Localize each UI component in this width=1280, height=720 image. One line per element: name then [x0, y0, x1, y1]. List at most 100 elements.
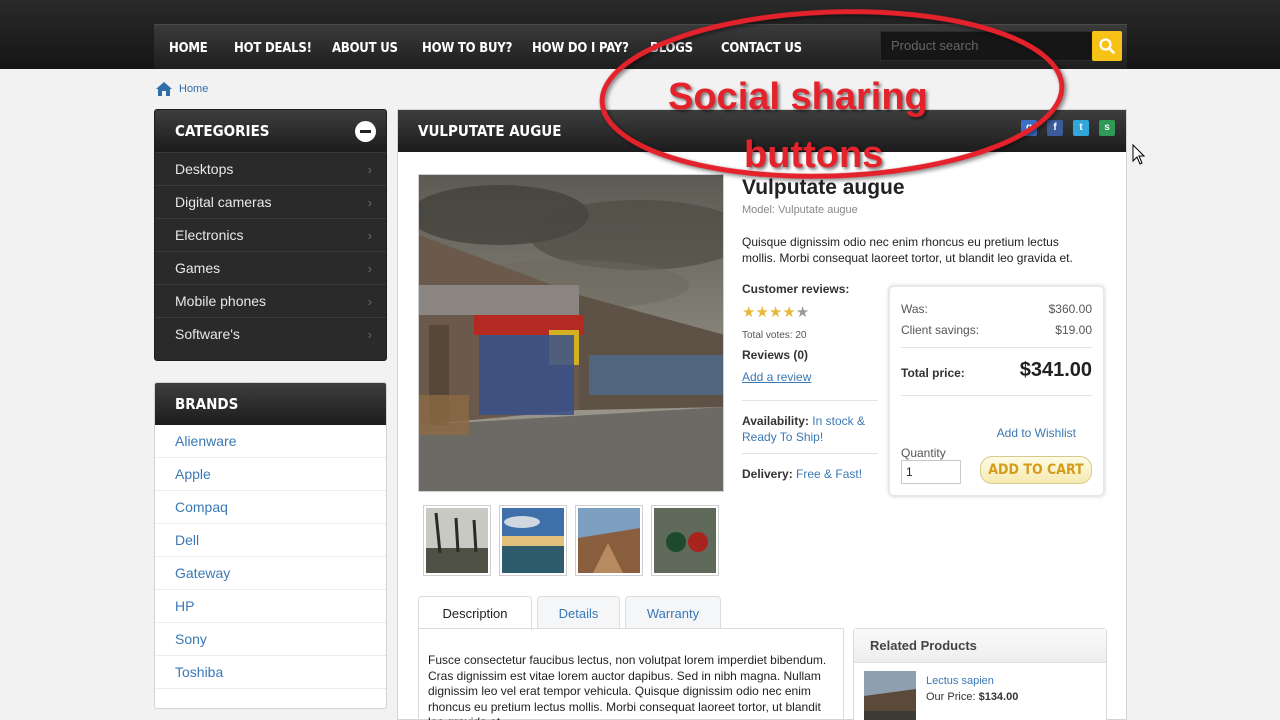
availability-label: Availability:: [742, 414, 809, 428]
brand-toshiba[interactable]: Toshiba: [155, 656, 386, 689]
brands-header: BRANDS: [155, 383, 386, 425]
nav-contact-us[interactable]: CONTACT US: [721, 25, 802, 70]
divider: [742, 453, 878, 454]
add-to-wishlist-link[interactable]: Add to Wishlist: [997, 426, 1076, 440]
search-button[interactable]: [1092, 31, 1122, 61]
nav-hot-deals[interactable]: HOT DEALS!: [234, 25, 312, 70]
brand-compaq[interactable]: Compaq: [155, 491, 386, 524]
quantity-label: Quantity: [901, 446, 946, 460]
category-label: Mobile phones: [175, 293, 267, 309]
total-price-label: Total price:: [901, 366, 965, 380]
search-icon: [1099, 38, 1115, 54]
savings-value: $19.00: [1055, 323, 1092, 337]
nav-home[interactable]: HOME: [169, 25, 208, 70]
brand-sony[interactable]: Sony: [155, 623, 386, 656]
star-filled-icon[interactable]: ★: [755, 303, 768, 321]
star-empty-icon[interactable]: ★: [796, 303, 809, 321]
divider: [901, 395, 1092, 396]
total-price-value: $341.00: [1019, 359, 1092, 381]
chevron-right-icon: ›: [367, 228, 372, 243]
product-panel: VULPUTATE AUGUE g f t s Vulputate augue …: [397, 109, 1127, 720]
category-electronics[interactable]: Electronics ›: [155, 218, 386, 251]
savings-label: Client savings:: [901, 323, 980, 337]
category-mobile-phones[interactable]: Mobile phones ›: [155, 284, 386, 317]
divider: [901, 347, 1092, 348]
nav-how-to-buy[interactable]: HOW TO BUY?: [422, 25, 512, 70]
related-product-thumbnail[interactable]: [864, 671, 916, 720]
savings-row: Client savings: $19.00: [901, 323, 1092, 337]
divider: [742, 400, 878, 401]
home-icon[interactable]: [155, 81, 173, 97]
star-filled-icon[interactable]: ★: [742, 303, 755, 321]
category-label: Digital cameras: [175, 194, 272, 210]
breadcrumb-home[interactable]: Home: [179, 83, 208, 95]
category-desktops[interactable]: Desktops ›: [155, 152, 386, 185]
brand-alienware[interactable]: Alienware: [155, 425, 386, 458]
rating-stars[interactable]: ★★★★★: [742, 303, 809, 321]
product-thumbnail[interactable]: [651, 505, 719, 576]
categories-title: CATEGORIES: [175, 122, 270, 140]
price-label: Our Price:: [926, 691, 976, 703]
google-share-icon[interactable]: g: [1021, 120, 1037, 136]
share-icon[interactable]: s: [1099, 120, 1115, 136]
category-label: Desktops: [175, 161, 234, 177]
add-review-link[interactable]: Add a review: [742, 370, 811, 384]
nav-how-do-i-pay[interactable]: HOW DO I PAY?: [532, 25, 629, 70]
chevron-right-icon: ›: [367, 294, 372, 309]
product-model: Model: Vulputate augue: [742, 204, 858, 216]
category-digital-cameras[interactable]: Digital cameras ›: [155, 185, 386, 218]
annotation-text-line1: Social sharing: [668, 76, 928, 118]
star-filled-icon[interactable]: ★: [782, 303, 795, 321]
related-products-panel: Related Products Lectus sapien Our Price…: [853, 628, 1107, 720]
nav-blogs[interactable]: BLOGS: [650, 25, 693, 70]
brands-panel: BRANDS Alienware Apple Compaq Dell Gatew…: [154, 382, 387, 709]
product-thumbnail[interactable]: [575, 505, 643, 576]
chevron-right-icon: ›: [367, 261, 372, 276]
was-label: Was:: [901, 302, 928, 316]
reviews-count: Reviews (0): [742, 348, 809, 362]
product-search-input[interactable]: Product search: [880, 31, 1094, 61]
categories-header: CATEGORIES: [155, 110, 386, 152]
was-value: $360.00: [1048, 302, 1092, 316]
availability: Availability: In stock & Ready To Ship!: [742, 413, 872, 445]
brand-gateway[interactable]: Gateway: [155, 557, 386, 590]
brand-apple[interactable]: Apple: [155, 458, 386, 491]
description-tab-content: Fusce consectetur faucibus lectus, non v…: [418, 628, 844, 720]
product-title: Vulputate augue: [742, 176, 905, 199]
related-product-name[interactable]: Lectus sapien: [926, 675, 994, 687]
collapse-minus-icon[interactable]: [355, 121, 376, 142]
tab-details[interactable]: Details: [537, 596, 620, 629]
category-games[interactable]: Games ›: [155, 251, 386, 284]
chevron-right-icon: ›: [367, 195, 372, 210]
tab-description[interactable]: Description: [418, 596, 532, 630]
twitter-share-icon[interactable]: t: [1073, 120, 1089, 136]
product-short-description: Quisque dignissim odio nec enim rhoncus …: [742, 235, 1073, 265]
related-product-price: Our Price: $134.00: [926, 691, 1018, 703]
quantity-input[interactable]: 1: [901, 460, 961, 484]
chevron-right-icon: ›: [367, 162, 372, 177]
delivery: Delivery: Free & Fast!: [742, 467, 862, 481]
delivery-value: Free & Fast!: [796, 467, 863, 481]
nav-about-us[interactable]: ABOUT US: [332, 25, 398, 70]
add-to-cart-button[interactable]: ADD TO CART: [980, 456, 1092, 484]
related-products-title: Related Products: [854, 629, 1106, 663]
chevron-right-icon: ›: [367, 327, 372, 342]
brands-title: BRANDS: [175, 395, 239, 413]
brand-hp[interactable]: HP: [155, 590, 386, 623]
brand-dell[interactable]: Dell: [155, 524, 386, 557]
total-votes: Total votes: 20: [742, 330, 807, 341]
facebook-share-icon[interactable]: f: [1047, 120, 1063, 136]
product-main-image[interactable]: [418, 174, 724, 492]
category-software[interactable]: Software's ›: [155, 317, 386, 350]
product-thumbnail[interactable]: [423, 505, 491, 576]
customer-reviews-label: Customer reviews:: [742, 282, 850, 296]
price-value: $134.00: [978, 691, 1019, 703]
price-box: Was: $360.00 Client savings: $19.00 Total …: [888, 285, 1105, 497]
product-thumbnail[interactable]: [499, 505, 567, 576]
description-text: Fusce consectetur faucibus lectus, non v…: [428, 653, 827, 720]
mouse-cursor-icon: [1132, 144, 1146, 165]
star-filled-icon[interactable]: ★: [769, 303, 782, 321]
was-price-row: Was: $360.00: [901, 302, 1092, 316]
tab-warranty[interactable]: Warranty: [625, 596, 721, 629]
category-label: Electronics: [175, 227, 244, 243]
